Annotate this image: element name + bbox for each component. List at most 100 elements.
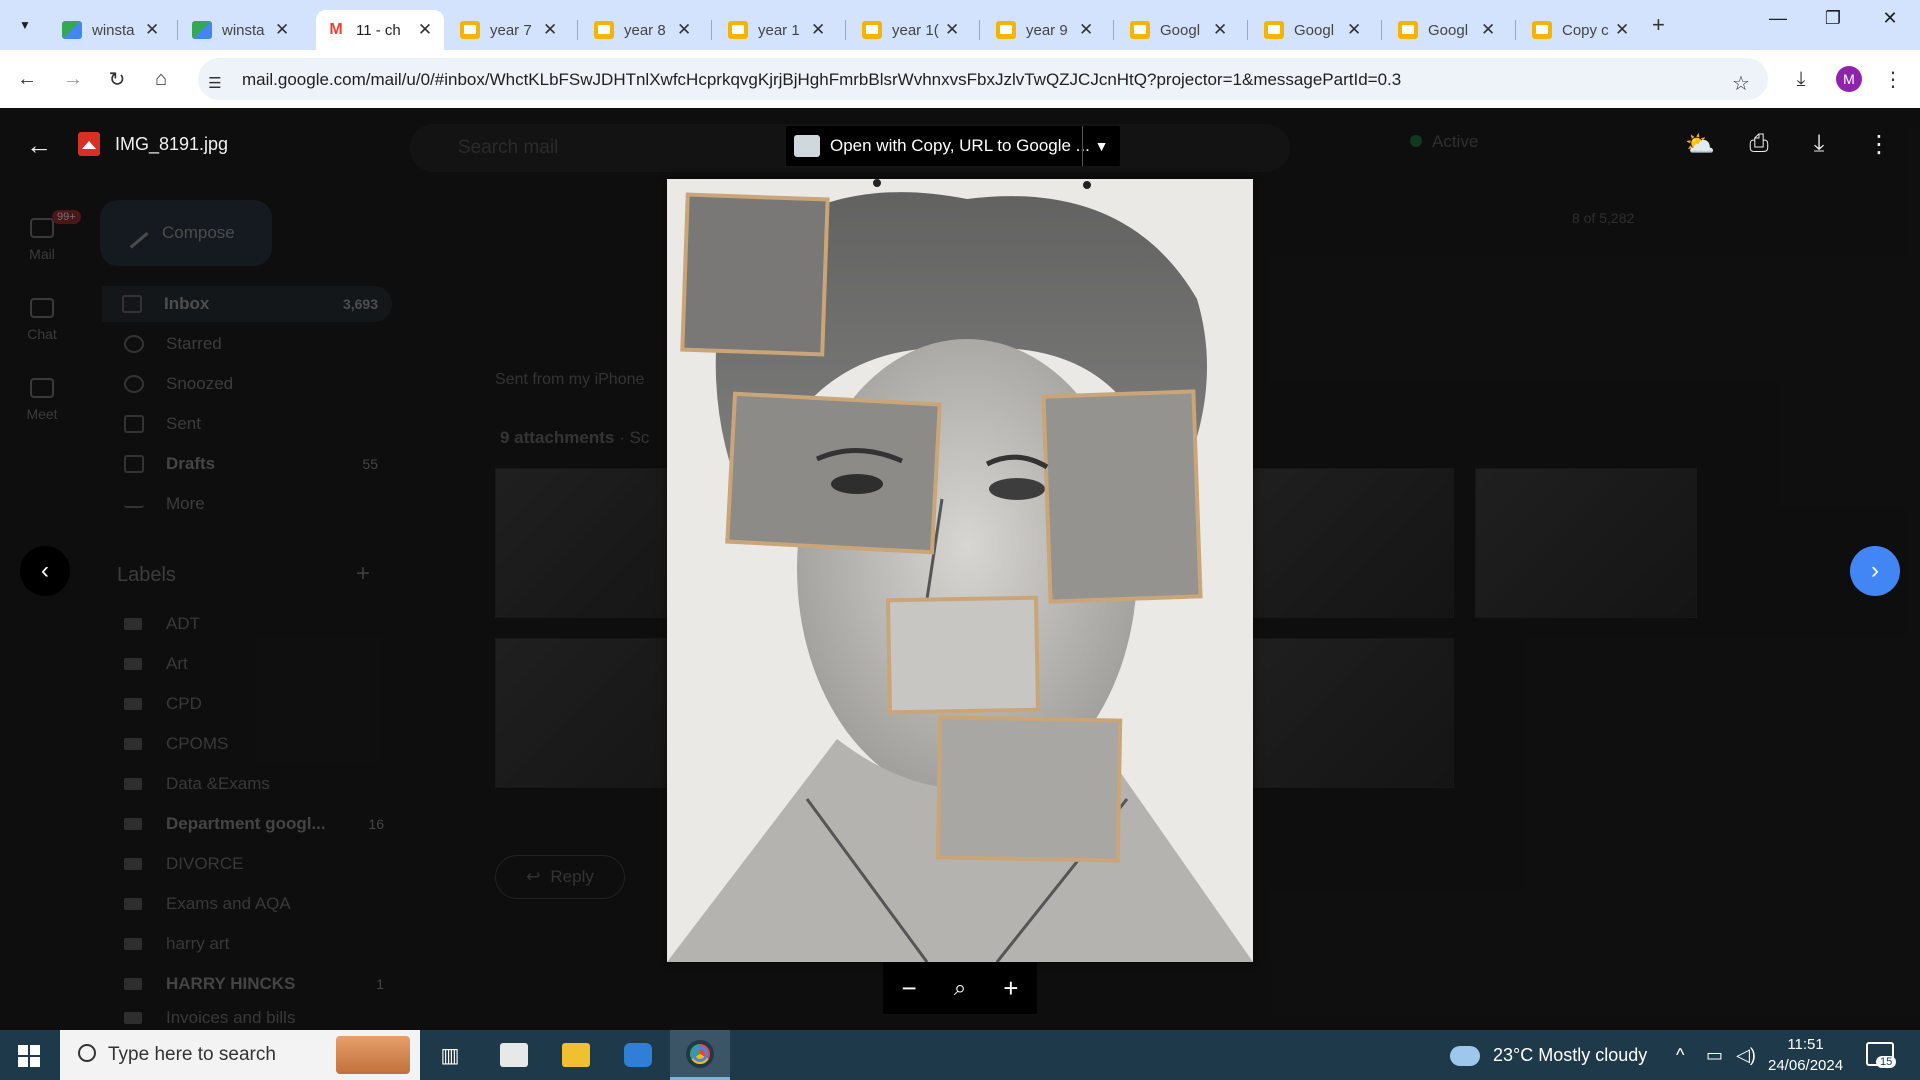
windows-start-icon[interactable]: [18, 1045, 40, 1067]
mail-app-icon: [500, 1043, 528, 1067]
slides-icon: [1532, 21, 1552, 39]
browser-tab[interactable]: winsta ✕: [182, 10, 300, 50]
close-icon[interactable]: ✕: [1614, 20, 1630, 40]
slides-icon: [1398, 21, 1418, 39]
zoom-out-button[interactable]: −: [902, 973, 917, 1004]
tab-label: Googl: [1160, 21, 1201, 39]
winstanley-icon: [192, 21, 212, 39]
download-icon[interactable]: ⤓: [1786, 64, 1816, 94]
close-icon[interactable]: ✕: [1078, 20, 1094, 40]
browser-tab[interactable]: Copy c ✕: [1522, 10, 1640, 50]
zoom-in-button[interactable]: +: [1003, 973, 1018, 1004]
zoom-reset-magnifier-icon[interactable]: ⌕: [954, 975, 966, 1001]
tab-label: winsta: [92, 21, 135, 39]
chevron-left-icon: ‹: [41, 557, 49, 584]
tab-label: 11 - ch: [356, 21, 401, 39]
home-icon[interactable]: ⌂: [146, 64, 176, 94]
slides-icon: [996, 21, 1016, 39]
slides-icon: [594, 21, 614, 39]
chrome-icon: [686, 1039, 714, 1068]
taskbar-search-placeholder: Type here to search: [108, 1044, 276, 1065]
task-view-button[interactable]: ▥: [420, 1030, 480, 1080]
add-to-drive-icon[interactable]: ⛅: [1683, 130, 1717, 159]
tab-label: Googl: [1428, 21, 1469, 39]
tab-label: year 8: [624, 21, 666, 39]
windows-taskbar: Type here to search ▥ 23°C Mostly cloudy…: [0, 1030, 1920, 1080]
open-with-button[interactable]: Open with Copy, URL to Google ... ▼: [786, 126, 1120, 166]
new-tab-plus-icon[interactable]: +: [1652, 12, 1665, 38]
close-icon[interactable]: ✕: [416, 20, 434, 40]
folder-icon: [562, 1043, 590, 1067]
browser-tab[interactable]: year 7 ✕: [450, 10, 568, 50]
browser-tab[interactable]: year 9 ✕: [986, 10, 1104, 50]
tab-label: year 7: [490, 21, 532, 39]
close-icon[interactable]: ✕: [1212, 20, 1228, 40]
close-icon[interactable]: ✕: [542, 20, 558, 40]
print-icon[interactable]: ⎙: [1742, 130, 1776, 158]
close-icon[interactable]: ✕: [810, 20, 826, 40]
browser-tab[interactable]: year 8 ✕: [584, 10, 702, 50]
weather-widget[interactable]: 23°C Mostly cloudy: [1450, 1045, 1648, 1067]
open-with-label: Open with Copy, URL to Google ...: [830, 136, 1090, 155]
tab-label: year 9: [1026, 21, 1068, 39]
tab-label: winsta: [222, 21, 265, 39]
clock-date: 24/06/2024: [1768, 1057, 1844, 1074]
close-icon[interactable]: ✕: [274, 20, 290, 40]
browser-tab-strip: ▼ winsta ✕ winsta ✕ M 11 - ch ✕ year 7 ✕…: [0, 0, 1920, 50]
viewer-more-icon[interactable]: ⋮: [1862, 130, 1896, 159]
taskbar-search-box[interactable]: Type here to search: [60, 1030, 420, 1080]
chrome-taskbar-button[interactable]: [670, 1030, 730, 1080]
browser-tab-active[interactable]: M 11 - ch ✕: [316, 10, 444, 50]
task-view-icon: ▥: [440, 1044, 460, 1067]
viewed-image-pencil-portrait: [667, 179, 1253, 962]
close-icon[interactable]: ✕: [144, 20, 160, 40]
browser-tab[interactable]: Googl ✕: [1254, 10, 1372, 50]
close-icon[interactable]: ✕: [1346, 20, 1362, 40]
search-icon: [78, 1044, 96, 1062]
site-info-icon[interactable]: ☰: [202, 70, 228, 96]
browser-tab[interactable]: year 1 ✕: [718, 10, 836, 50]
weather-text: 23°C Mostly cloudy: [1493, 1045, 1648, 1065]
tab-label: year 1: [758, 21, 800, 39]
network-icon[interactable]: ▭: [1706, 1045, 1723, 1066]
tab-search-chevron-icon[interactable]: ▼: [10, 10, 40, 40]
reload-icon[interactable]: ↻: [102, 64, 132, 94]
slides-icon: [460, 21, 480, 39]
browser-menu-icon[interactable]: ⋮: [1878, 64, 1908, 94]
bookmark-star-icon[interactable]: ☆: [1728, 70, 1754, 96]
open-with-dropdown-icon[interactable]: ▼: [1082, 126, 1120, 166]
close-icon[interactable]: ✕: [944, 20, 960, 40]
image-file-icon: [78, 132, 100, 156]
browser-tab[interactable]: Googl ✕: [1120, 10, 1238, 50]
system-clock[interactable]: 11:51 24/06/2024: [1768, 1034, 1843, 1076]
close-icon[interactable]: ✕: [676, 20, 692, 40]
restore-icon[interactable]: ❐: [1813, 8, 1853, 29]
browser-tab[interactable]: Googl ✕: [1388, 10, 1506, 50]
minimize-icon[interactable]: —: [1758, 8, 1798, 29]
tab-label: year 1(: [892, 21, 939, 39]
viewer-download-icon[interactable]: ⤓: [1802, 130, 1836, 158]
previous-image-button[interactable]: ‹: [20, 546, 70, 596]
browser-tab[interactable]: winsta ✕: [52, 10, 170, 50]
mail-app-button[interactable]: [484, 1030, 544, 1080]
notification-count-badge: 15: [1876, 1056, 1897, 1068]
tray-chevron-up-icon[interactable]: ^: [1676, 1045, 1684, 1066]
viewer-filename: IMG_8191.jpg: [115, 134, 229, 154]
image-viewer-overlay: ← IMG_8191.jpg Open with Copy, URL to Go…: [0, 108, 1920, 1030]
slides-icon: [728, 21, 748, 39]
volume-icon[interactable]: ◁): [1736, 1045, 1756, 1066]
browser-tab[interactable]: year 1( ✕: [852, 10, 970, 50]
close-viewer-back-arrow-icon[interactable]: ←: [26, 130, 52, 161]
back-arrow-icon[interactable]: ←: [12, 64, 42, 94]
close-icon[interactable]: ✕: [1480, 20, 1496, 40]
next-image-button[interactable]: ›: [1850, 546, 1900, 596]
file-explorer-button[interactable]: [546, 1030, 606, 1080]
gmail-icon: M: [329, 21, 343, 38]
clock-time: 11:51: [1787, 1036, 1824, 1053]
profile-avatar[interactable]: M: [1836, 66, 1862, 92]
slides-icon: [1130, 21, 1150, 39]
forward-arrow-icon[interactable]: →: [58, 64, 88, 94]
window-close-icon[interactable]: ✕: [1870, 8, 1910, 29]
maps-app-button[interactable]: [608, 1030, 668, 1080]
zoom-toolbar: − ⌕ +: [883, 962, 1037, 1014]
